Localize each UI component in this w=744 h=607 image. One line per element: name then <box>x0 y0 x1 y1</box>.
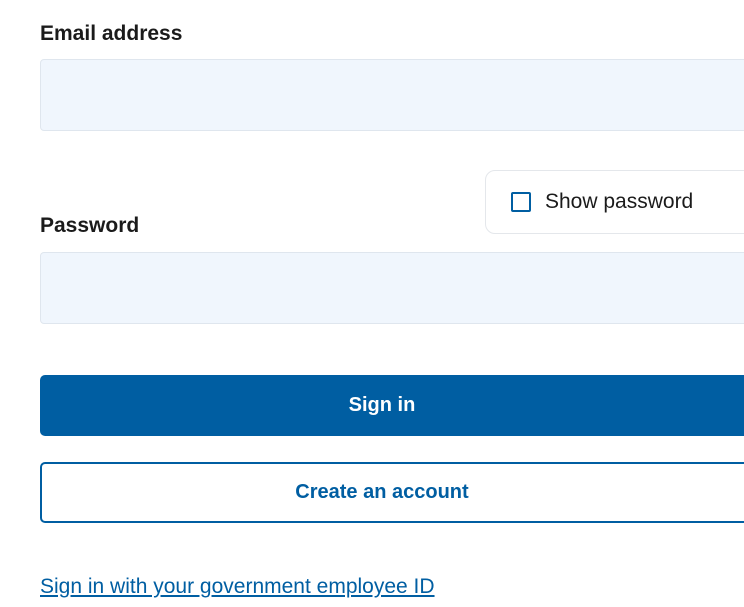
show-password-label: Show password <box>545 190 694 213</box>
sign-in-button[interactable]: Sign in <box>40 375 744 436</box>
sign-in-form: Email address Show password Password Sig… <box>0 0 744 607</box>
email-field[interactable] <box>40 59 744 131</box>
show-password-toggle[interactable]: Show password <box>485 170 744 234</box>
sign-in-button-label: Sign in <box>348 394 416 416</box>
create-account-button-label: Create an account <box>295 481 469 503</box>
government-id-link[interactable]: Sign in with your government employee ID <box>40 575 435 599</box>
password-field[interactable] <box>40 252 744 324</box>
show-password-checkbox[interactable] <box>511 192 531 212</box>
email-label: Email address <box>40 22 183 45</box>
create-account-button[interactable]: Create an account <box>40 462 744 523</box>
password-label: Password <box>40 214 140 237</box>
